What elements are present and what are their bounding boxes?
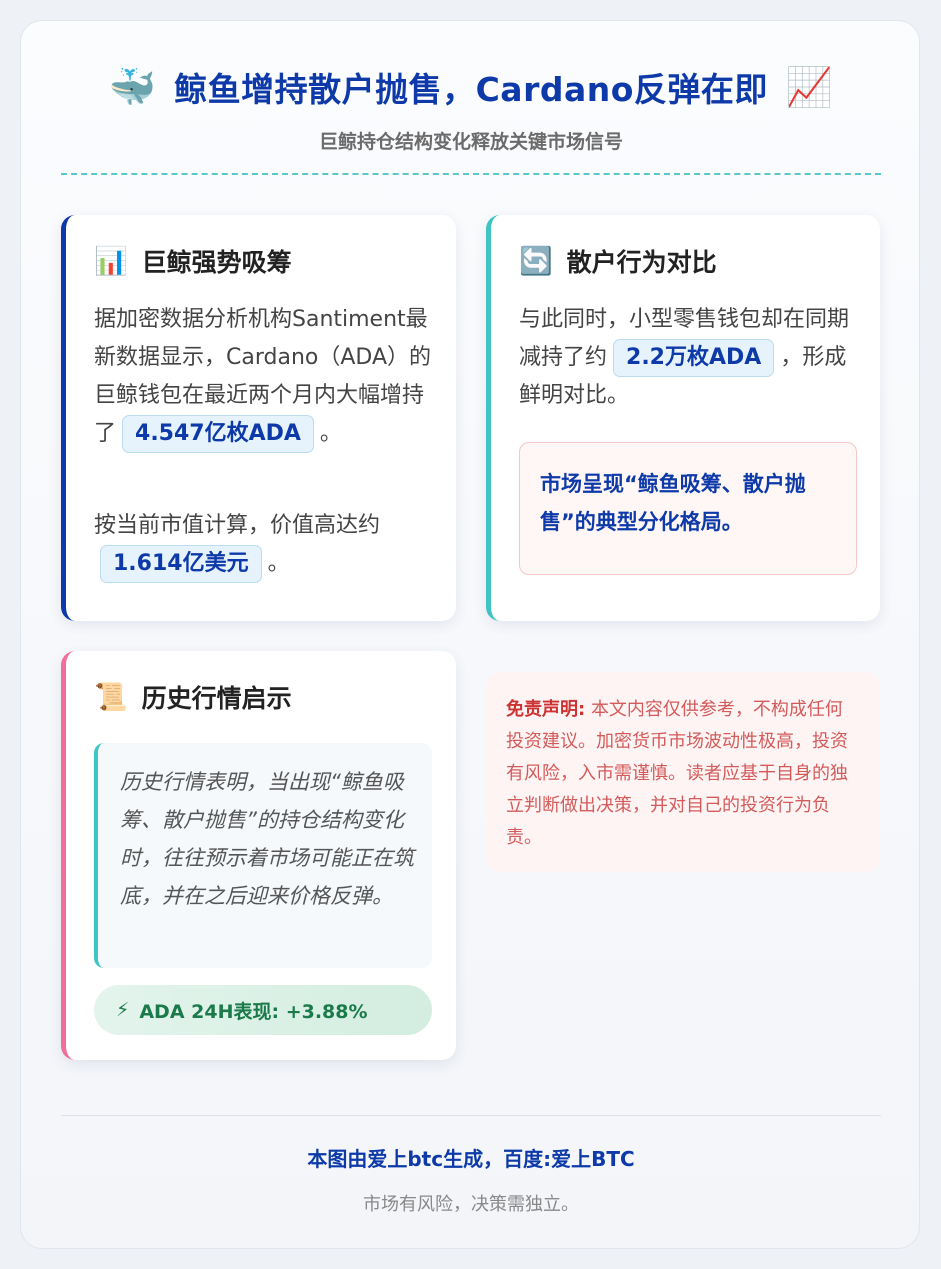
retail-amount-pill: 2.2万枚ADA	[613, 339, 775, 377]
disclaimer-text: 本文内容仅供参考，不构成任何投资建议。加密货币市场波动性极高，投资有风险，入市需…	[506, 699, 848, 848]
retail-card-body: 与此同时，小型零售钱包却在同期减持了约 2.2万枚ADA ，形成鲜明对比。	[519, 301, 859, 415]
page-subtitle: 巨鲸持仓结构变化释放关键市场信号	[318, 131, 623, 153]
ada-performance-text: ADA 24H表现: +3.88%	[139, 1000, 368, 1023]
retail-card-header: 🔄 散户行为对比	[519, 243, 717, 279]
whale-card: 📊 巨鲸强势吸筹 据加密数据分析机构Santiment最新数据显示，Cardan…	[61, 215, 456, 621]
header-divider	[61, 173, 881, 175]
page-title: 鲸鱼增持散户抛售，Cardano反弹在即	[174, 70, 768, 109]
footer-divider	[61, 1115, 881, 1116]
divergence-alert: 市场呈现“鲸鱼吸筹、散户抛售”的典型分化格局。	[519, 442, 857, 575]
whale-card-body-2: 按当前市值计算，价值高达约 1.614亿美元。	[94, 507, 434, 583]
history-quote: 历史行情表明，当出现“鲸鱼吸筹、散户抛售”的持仓结构变化时，往往预示着市场可能正…	[94, 743, 432, 968]
whale-value-pill: 1.614亿美元	[100, 545, 262, 583]
history-card: 📜 历史行情启示 历史行情表明，当出现“鲸鱼吸筹、散户抛售”的持仓结构变化时，往…	[61, 651, 456, 1060]
disclaimer-box: 免责声明: 本文内容仅供参考，不构成任何投资建议。加密货币市场波动性极高，投资有…	[486, 672, 880, 872]
footer-credit: 本图由爱上btc生成，百度:爱上BTC	[307, 1147, 635, 1171]
whale-amount-pill: 4.547亿枚ADA	[122, 415, 314, 453]
whale-icon: 🐳	[108, 65, 157, 109]
retail-card: 🔄 散户行为对比 与此同时，小型零售钱包却在同期减持了约 2.2万枚ADA ，形成鲜…	[486, 215, 880, 621]
whale-text-2: 按当前市值计算，价值高达约	[94, 513, 381, 538]
whale-text-2-end: 。	[267, 551, 290, 576]
history-card-heading: 历史行情启示	[141, 684, 292, 713]
chart-increasing-icon: 📈	[785, 65, 834, 109]
refresh-arrows-icon: 🔄	[519, 245, 553, 277]
whale-card-body: 据加密数据分析机构Santiment最新数据显示，Cardano（ADA）的巨鲸…	[94, 301, 434, 453]
whale-card-header: 📊 巨鲸强势吸筹	[94, 243, 292, 279]
retail-card-heading: 散户行为对比	[566, 248, 717, 277]
lightning-icon: ⚡	[116, 999, 130, 1021]
footer-note: 市场有风险，决策需独立。	[363, 1194, 579, 1215]
ada-performance-badge: ⚡ ADA 24H表现: +3.88%	[94, 985, 432, 1035]
history-card-header: 📜 历史行情启示	[94, 679, 292, 715]
title-row: 🐳 鲸鱼增持散户抛售，Cardano反弹在即 📈	[21, 59, 921, 115]
scroll-icon: 📜	[94, 681, 128, 713]
poster-card: 🐳 鲸鱼增持散户抛售，Cardano反弹在即 📈 巨鲸持仓结构变化释放关键市场信…	[20, 20, 920, 1249]
bar-chart-icon: 📊	[94, 245, 128, 277]
whale-text-1-end: 。	[319, 421, 342, 446]
disclaimer-label: 免责声明:	[506, 699, 586, 720]
whale-card-heading: 巨鲸强势吸筹	[141, 248, 292, 277]
